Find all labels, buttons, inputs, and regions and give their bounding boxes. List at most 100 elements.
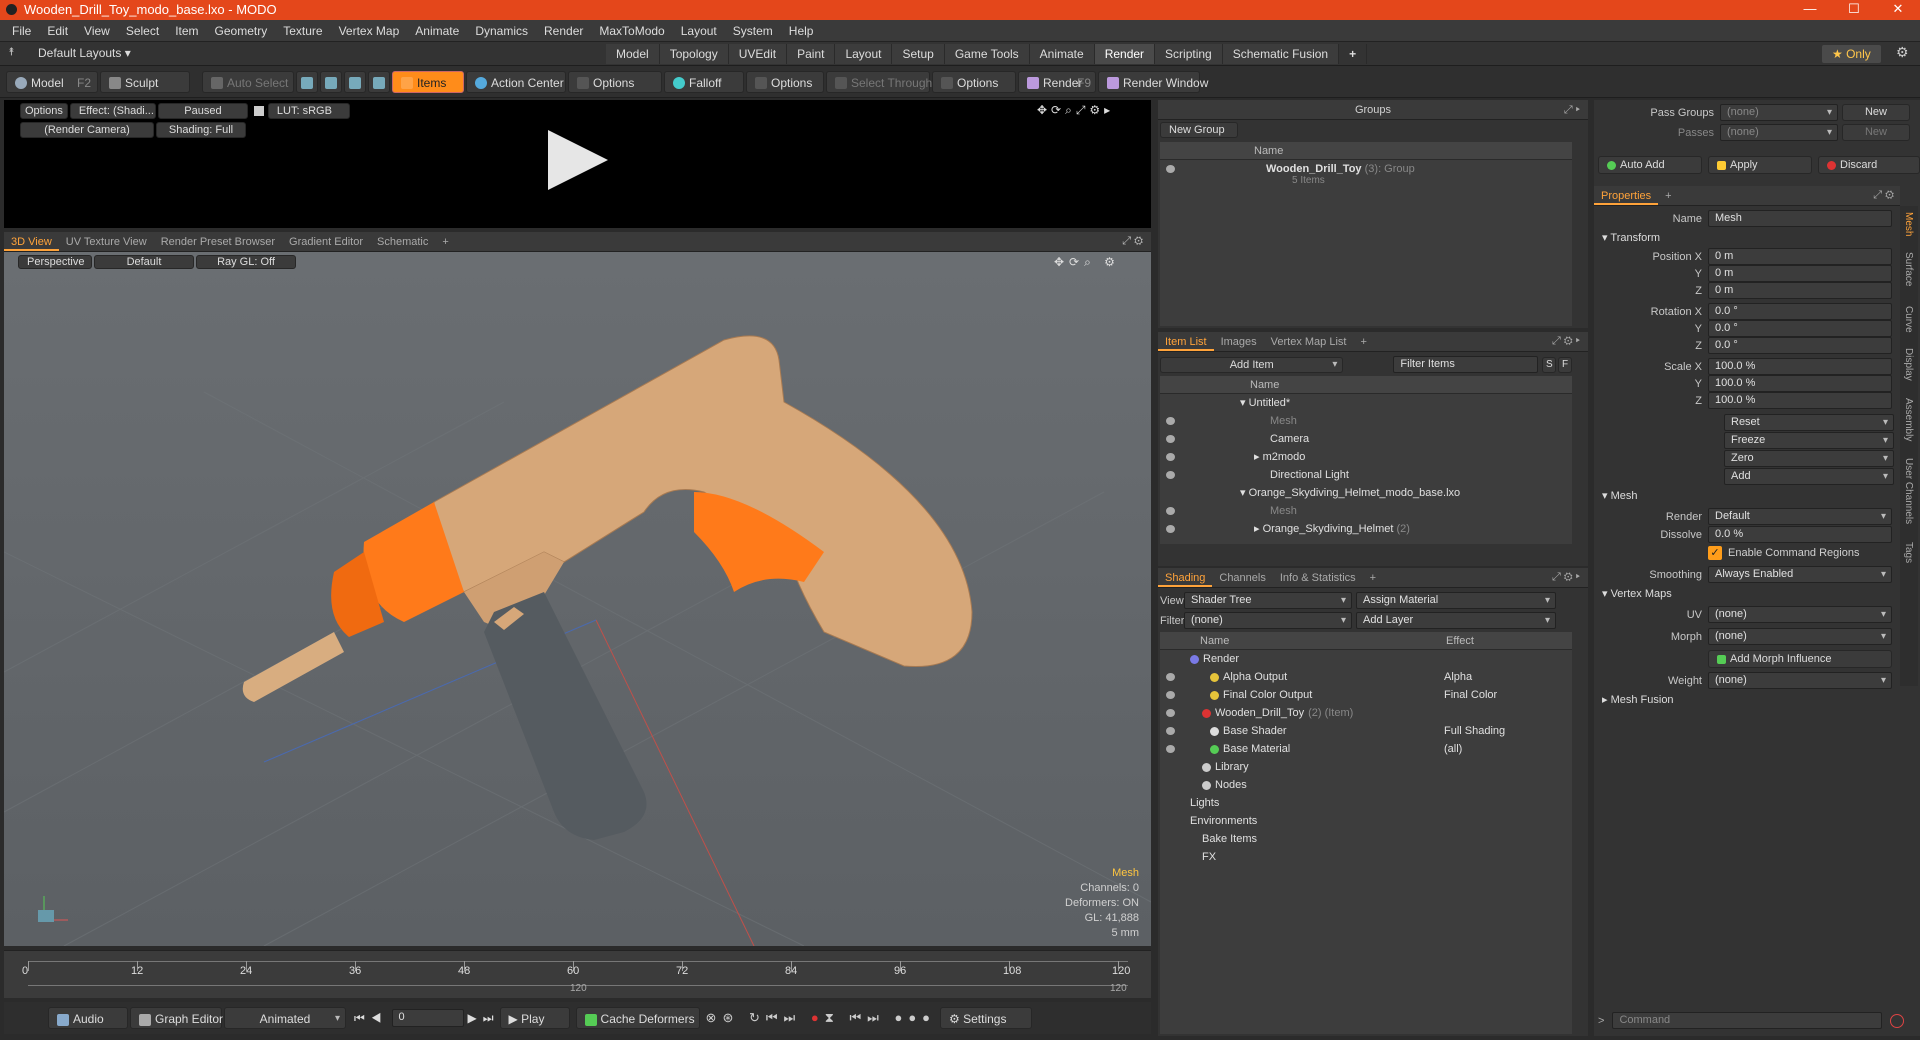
- default-layouts-dropdown[interactable]: Default Layouts ▾: [38, 46, 131, 60]
- side-tab-mesh[interactable]: Mesh: [1900, 212, 1914, 252]
- tab-info-statistics[interactable]: Info & Statistics: [1273, 569, 1363, 587]
- smoothing-dropdown[interactable]: Always Enabled: [1708, 566, 1892, 583]
- scl-field[interactable]: 100.0 %: [1708, 375, 1892, 392]
- add-layer-dropdown[interactable]: Add Layer: [1356, 612, 1556, 629]
- tab-gradient-editor[interactable]: Gradient Editor: [282, 233, 370, 251]
- passes-dropdown[interactable]: (none): [1720, 124, 1838, 141]
- list-item[interactable]: Mesh: [1160, 502, 1572, 520]
- list-item[interactable]: Wooden_Drill_Toy (2) (Item): [1160, 704, 1572, 722]
- tab-game-tools[interactable]: Game Tools: [944, 44, 1030, 64]
- add-viewport-tab[interactable]: +: [435, 233, 455, 251]
- minimize-button[interactable]: —: [1788, 0, 1832, 20]
- list-item[interactable]: ▸ Orange_Skydiving_Helmet (2): [1160, 520, 1572, 538]
- list-item[interactable]: Final Color Output Final Color: [1160, 686, 1572, 704]
- polygons-mode-button[interactable]: [344, 70, 366, 93]
- effect-value[interactable]: (all): [1444, 740, 1462, 758]
- model-mode-button[interactable]: Model F2: [6, 70, 98, 93]
- pos-field[interactable]: 0 m: [1708, 282, 1892, 299]
- sculpt-mode-button[interactable]: Sculpt: [100, 70, 190, 93]
- tab-channels[interactable]: Channels: [1212, 569, 1272, 587]
- list-item[interactable]: Mesh: [1160, 412, 1572, 430]
- list-item[interactable]: Nodes: [1160, 776, 1572, 794]
- side-tab-tags[interactable]: Tags: [1900, 542, 1914, 582]
- add-tab-button[interactable]: +: [1339, 44, 1368, 64]
- action-center-options-button[interactable]: Options: [568, 70, 662, 93]
- effect-value[interactable]: Alpha: [1444, 668, 1472, 686]
- rot-field[interactable]: 0.0 °: [1708, 337, 1892, 354]
- effect-value[interactable]: Final Color: [1444, 686, 1497, 704]
- scl-field[interactable]: 100.0 %: [1708, 358, 1892, 375]
- gear-icon[interactable]: ⚙: [1896, 44, 1909, 61]
- tab-model[interactable]: Model: [606, 44, 660, 64]
- list-item[interactable]: Base Material (all): [1160, 740, 1572, 758]
- collapse-icon[interactable]: ⯭: [8, 46, 15, 59]
- 3d-viewport[interactable]: Perspective Default Ray GL: Off ✥⟳⌕ ⚙ Me…: [4, 252, 1151, 946]
- apply-button[interactable]: Apply: [1708, 156, 1812, 174]
- render-window-button[interactable]: Render Window: [1098, 70, 1208, 93]
- add-dropdown[interactable]: Add: [1724, 468, 1894, 485]
- pos-field[interactable]: 0 m: [1708, 248, 1892, 265]
- command-input[interactable]: Command: [1612, 1012, 1883, 1029]
- rot-field[interactable]: 0.0 °: [1708, 320, 1892, 337]
- action-center-button[interactable]: Action Center: [466, 70, 566, 93]
- falloff-options-button[interactable]: Options: [746, 70, 824, 93]
- pos-field[interactable]: 0 m: [1708, 265, 1892, 282]
- animated-dropdown[interactable]: Animated: [224, 1007, 346, 1030]
- audio-button[interactable]: Audio: [48, 1007, 128, 1029]
- menu-view[interactable]: View: [76, 20, 118, 42]
- add-shading-tab[interactable]: +: [1363, 569, 1383, 587]
- new-pass-group-button[interactable]: New: [1842, 104, 1910, 121]
- list-item[interactable]: Base Shader Full Shading: [1160, 722, 1572, 740]
- effect-value[interactable]: Full Shading: [1444, 722, 1505, 740]
- tab-uv-texture-view[interactable]: UV Texture View: [59, 233, 154, 251]
- side-tab-user-channels[interactable]: User Channels: [1900, 458, 1914, 542]
- discard-button[interactable]: Discard: [1818, 156, 1920, 174]
- tab-scripting[interactable]: Scripting: [1155, 44, 1223, 64]
- lut-dropdown[interactable]: LUT: sRGB: [267, 103, 350, 119]
- auto-add-button[interactable]: Auto Add: [1598, 156, 1702, 174]
- render-preview[interactable]: Options Effect: (Shadi... Paused LUT: sR…: [4, 100, 1151, 228]
- filter-items-input[interactable]: Filter Items: [1393, 356, 1538, 373]
- eye-icon[interactable]: [1166, 165, 1175, 173]
- auto-select-button[interactable]: Auto Select: [202, 70, 294, 93]
- list-item[interactable]: Render: [1160, 650, 1572, 668]
- list-item[interactable]: FX: [1160, 848, 1572, 866]
- tab-schematic-fusion[interactable]: Schematic Fusion: [1222, 44, 1340, 64]
- menu-animate[interactable]: Animate: [407, 20, 467, 42]
- materials-mode-button[interactable]: [368, 70, 390, 93]
- edges-mode-button[interactable]: [320, 70, 342, 93]
- list-item[interactable]: Camera: [1160, 430, 1572, 448]
- falloff-button[interactable]: Falloff: [664, 70, 744, 93]
- list-item[interactable]: Library: [1160, 758, 1572, 776]
- preview-nav-icons[interactable]: ✥⟳⌕⤢⚙▸: [1037, 103, 1114, 118]
- add-properties-tab[interactable]: +: [1658, 187, 1678, 205]
- eye-icon[interactable]: [1166, 673, 1175, 681]
- mesh-fusion-section[interactable]: ▸ Mesh Fusion: [1602, 692, 1674, 708]
- list-item[interactable]: Directional Light: [1160, 466, 1572, 484]
- tab-paint[interactable]: Paint: [787, 44, 836, 64]
- play-icon[interactable]: [544, 128, 610, 192]
- side-tab-surface[interactable]: Surface: [1900, 252, 1914, 306]
- maximize-button[interactable]: ☐: [1832, 0, 1876, 20]
- dissolve-field[interactable]: 0.0 %: [1708, 526, 1892, 543]
- list-item[interactable]: ▾ Untitled*: [1160, 394, 1572, 412]
- menu-geometry[interactable]: Geometry: [207, 20, 276, 42]
- menu-dynamics[interactable]: Dynamics: [467, 20, 536, 42]
- tab-uvedit[interactable]: UVEdit: [728, 44, 788, 64]
- play-button[interactable]: ▶ Play: [499, 1007, 570, 1029]
- record-icon[interactable]: [1890, 1013, 1905, 1028]
- tab-item-list[interactable]: Item List: [1158, 333, 1214, 351]
- render-dropdown[interactable]: Default: [1708, 508, 1892, 525]
- menu-render[interactable]: Render: [536, 20, 591, 42]
- morph-dropdown[interactable]: (none): [1708, 628, 1892, 645]
- menu-edit[interactable]: Edit: [39, 20, 76, 42]
- tab-render-preset-browser[interactable]: Render Preset Browser: [154, 233, 282, 251]
- preview-effect-dropdown[interactable]: Effect: (Shadi...: [69, 103, 156, 119]
- rot-field[interactable]: 0.0 °: [1708, 303, 1892, 320]
- tab-vertex-map-list[interactable]: Vertex Map List: [1264, 333, 1354, 351]
- vertex-maps-section[interactable]: ▾ Vertex Maps: [1602, 586, 1672, 602]
- menu-vertex-map[interactable]: Vertex Map: [331, 20, 408, 42]
- tab-images[interactable]: Images: [1214, 333, 1264, 351]
- scl-field[interactable]: 100.0 %: [1708, 392, 1892, 409]
- tab-render[interactable]: Render: [1094, 44, 1156, 64]
